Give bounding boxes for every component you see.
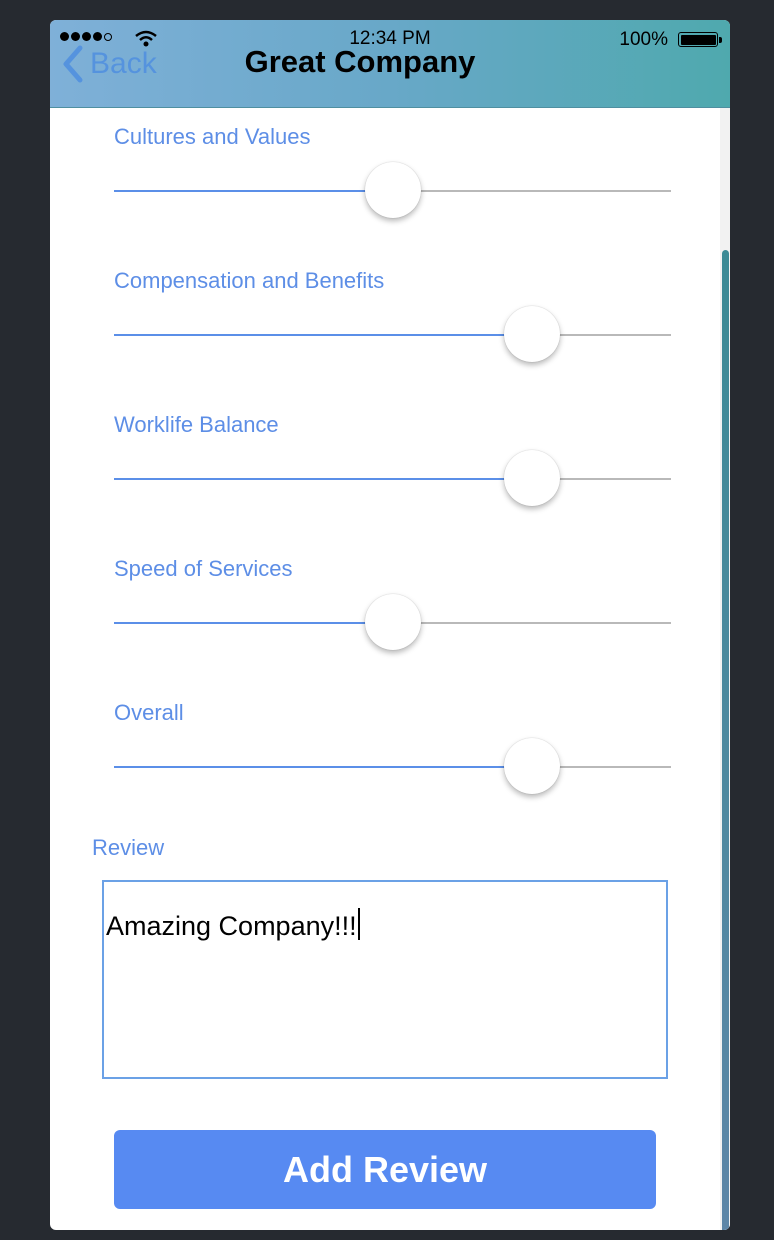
slider-thumb[interactable] bbox=[364, 594, 421, 650]
add-review-button[interactable]: Add Review bbox=[114, 1130, 656, 1209]
slider-thumb[interactable] bbox=[503, 738, 560, 794]
text-cursor bbox=[357, 908, 360, 940]
slider-filled-track bbox=[114, 334, 532, 336]
rating-slider-group: Overall bbox=[114, 700, 674, 794]
rating-slider-group: Speed of Services bbox=[114, 556, 674, 650]
slider-track[interactable] bbox=[114, 450, 671, 506]
rating-slider-group: Compensation and Benefits bbox=[114, 268, 674, 362]
slider-track[interactable] bbox=[114, 162, 671, 218]
slider-thumb[interactable] bbox=[364, 162, 421, 218]
slider-label: Overall bbox=[114, 700, 184, 725]
slider-track[interactable] bbox=[114, 594, 671, 650]
battery-icon bbox=[678, 32, 722, 47]
slider-filled-track bbox=[114, 622, 393, 624]
slider-track[interactable] bbox=[114, 738, 671, 794]
slider-label: Worklife Balance bbox=[114, 412, 279, 437]
review-text: Amazing Company!!! bbox=[106, 911, 357, 941]
review-textarea[interactable]: Amazing Company!!! bbox=[102, 880, 668, 1079]
rating-slider-group: Cultures and Values bbox=[114, 124, 674, 218]
slider-thumb[interactable] bbox=[503, 306, 560, 362]
scrollbar-thumb[interactable] bbox=[722, 250, 729, 1230]
slider-filled-track bbox=[114, 766, 532, 768]
slider-label: Compensation and Benefits bbox=[114, 268, 385, 293]
navigation-bar: 12:34 PM 100% Back Great Company bbox=[50, 20, 730, 108]
scrollbar-track[interactable] bbox=[720, 108, 730, 1230]
rating-slider-group: Worklife Balance bbox=[114, 412, 674, 506]
slider-track[interactable] bbox=[114, 306, 671, 362]
page-title: Great Company bbox=[244, 44, 476, 79]
slider-thumb[interactable] bbox=[503, 450, 560, 506]
slider-label: Cultures and Values bbox=[114, 124, 311, 149]
review-form: Cultures and Values Compensation and Bene… bbox=[50, 108, 730, 1230]
review-label: Review bbox=[92, 835, 165, 860]
phone-screen: 12:34 PM 100% Back Great Company Culture… bbox=[50, 20, 730, 1230]
slider-filled-track bbox=[114, 478, 532, 480]
slider-label: Speed of Services bbox=[114, 556, 293, 581]
slider-filled-track bbox=[114, 190, 393, 192]
